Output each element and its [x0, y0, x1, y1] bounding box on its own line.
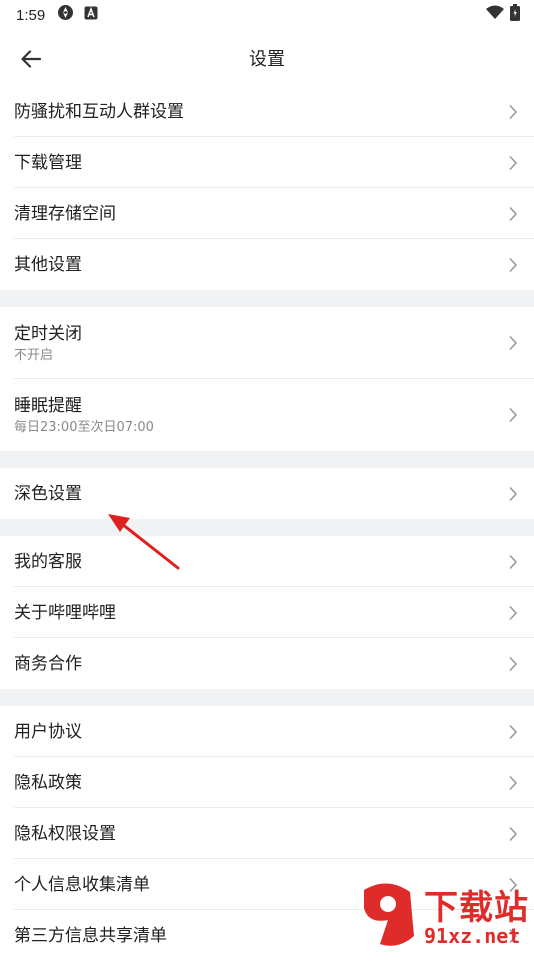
chevron-right-icon [509, 407, 518, 423]
setting-privacy-policy[interactable]: 隐私政策 [0, 757, 534, 808]
battery-icon [510, 4, 520, 26]
settings-group: 深色设置 [0, 468, 534, 519]
item-label: 清理存储空间 [14, 203, 116, 224]
settings-group: 我的客服 关于哔哩哔哩 商务合作 [0, 536, 534, 689]
group-divider [0, 451, 534, 468]
item-label: 隐私政策 [14, 772, 82, 793]
arrow-left-icon [21, 50, 41, 68]
item-label: 用户协议 [14, 721, 82, 742]
status-bar: 1:59 [0, 0, 534, 30]
item-label: 定时关闭 [14, 323, 82, 344]
chevron-right-icon [509, 826, 518, 841]
setting-dark-mode[interactable]: 深色设置 [0, 468, 534, 519]
chevron-right-icon [509, 335, 518, 351]
wifi-icon [486, 5, 504, 25]
app-bar: 设置 [0, 30, 534, 86]
settings-group: 防骚扰和互动人群设置 下载管理 清理存储空间 其他设置 [0, 86, 534, 290]
chevron-right-icon [509, 155, 518, 170]
chevron-right-icon [509, 724, 518, 739]
page-title: 设置 [249, 49, 285, 70]
item-label: 其他设置 [14, 254, 82, 275]
status-time: 1:59 [16, 6, 46, 24]
chevron-right-icon [509, 206, 518, 221]
chevron-right-icon [509, 928, 518, 943]
a-notification-icon [84, 6, 98, 25]
item-label: 睡眠提醒 [14, 395, 82, 416]
setting-third-party-sharing[interactable]: 第三方信息共享清单 [0, 910, 534, 961]
back-button[interactable] [14, 42, 48, 76]
item-label: 第三方信息共享清单 [14, 925, 167, 946]
chevron-right-icon [509, 605, 518, 620]
settings-list: 防骚扰和互动人群设置 下载管理 清理存储空间 其他设置 定时关闭 不开启 睡眠提… [0, 86, 534, 961]
setting-other[interactable]: 其他设置 [0, 239, 534, 290]
chevron-right-icon [509, 656, 518, 671]
setting-personal-info-list[interactable]: 个人信息收集清单 [0, 859, 534, 910]
group-divider [0, 519, 534, 536]
chevron-right-icon [509, 257, 518, 272]
setting-user-agreement[interactable]: 用户协议 [0, 706, 534, 757]
item-label: 商务合作 [14, 653, 82, 674]
chevron-right-icon [509, 104, 518, 119]
setting-sleep-timer[interactable]: 定时关闭 不开启 [0, 307, 534, 379]
group-divider [0, 689, 534, 706]
sync-icon [57, 4, 74, 26]
item-subtitle: 不开启 [14, 347, 54, 363]
setting-about[interactable]: 关于哔哩哔哩 [0, 587, 534, 638]
setting-anti-harassment[interactable]: 防骚扰和互动人群设置 [0, 86, 534, 137]
item-label: 隐私权限设置 [14, 823, 116, 844]
item-label: 下载管理 [14, 152, 82, 173]
chevron-right-icon [509, 486, 518, 501]
item-label: 深色设置 [14, 483, 82, 504]
chevron-right-icon [509, 775, 518, 790]
chevron-right-icon [509, 554, 518, 569]
setting-sleep-reminder[interactable]: 睡眠提醒 每日23:00至次日07:00 [0, 379, 534, 451]
setting-download-management[interactable]: 下载管理 [0, 137, 534, 188]
setting-customer-service[interactable]: 我的客服 [0, 536, 534, 587]
item-label: 我的客服 [14, 551, 82, 572]
item-label: 关于哔哩哔哩 [14, 602, 116, 623]
setting-clear-storage[interactable]: 清理存储空间 [0, 188, 534, 239]
setting-business[interactable]: 商务合作 [0, 638, 534, 689]
setting-privacy-permissions[interactable]: 隐私权限设置 [0, 808, 534, 859]
item-label: 个人信息收集清单 [14, 874, 150, 895]
item-label: 防骚扰和互动人群设置 [14, 101, 184, 122]
settings-group: 定时关闭 不开启 睡眠提醒 每日23:00至次日07:00 [0, 307, 534, 451]
settings-group: 用户协议 隐私政策 隐私权限设置 个人信息收集清单 第三方信息共享清单 [0, 706, 534, 961]
item-subtitle: 每日23:00至次日07:00 [14, 419, 154, 435]
group-divider [0, 290, 534, 307]
chevron-right-icon [509, 877, 518, 892]
